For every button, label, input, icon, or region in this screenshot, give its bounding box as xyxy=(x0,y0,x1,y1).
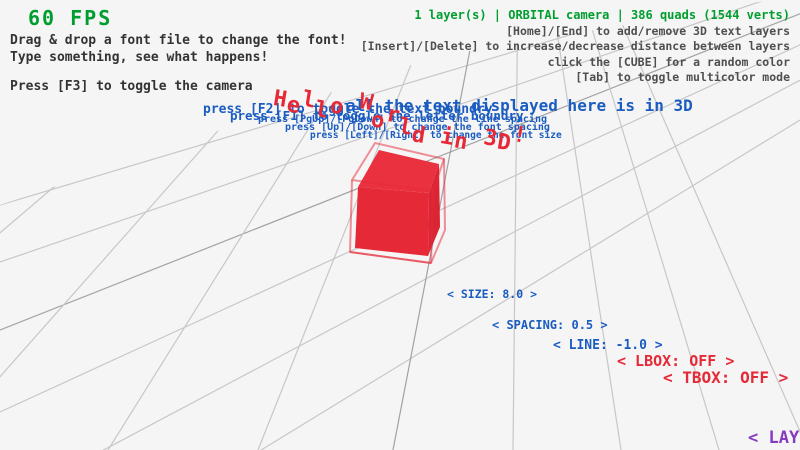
fps-counter: 60 FPS xyxy=(28,6,112,30)
status-bar: 1 layer(s) | ORBITAL camera | 386 quads … xyxy=(414,8,790,22)
help-type-something: Type something, see what happens! xyxy=(10,50,268,65)
scene-viewport[interactable]: press [F2] to toggle the text boundry pr… xyxy=(0,0,800,450)
option-size-label: < SIZE: 8.0 > xyxy=(447,287,537,301)
option-tbox-label: < TBOX: OFF > xyxy=(663,368,788,387)
help-toggle-camera: Press [F3] to toggle the camera xyxy=(10,79,253,94)
help-layer-distance: [Insert]/[Delete] to increase/decrease d… xyxy=(361,39,790,53)
option-layer-distance-label: < LAYER DISTANCE: 0.010 > xyxy=(748,428,800,448)
help-multicolor-mode: [Tab] to toggle multicolor mode xyxy=(575,70,790,84)
option-spacing-label: < SPACING: 0.5 > xyxy=(492,318,608,332)
cube[interactable] xyxy=(350,143,445,263)
help-add-remove-layers: [Home]/[End] to add/remove 3D text layer… xyxy=(506,24,790,38)
help-drag-drop: Drag & drop a font file to change the fo… xyxy=(10,33,347,48)
option-line-label: < LINE: -1.0 > xyxy=(553,338,663,353)
help-cube-color: click the [CUBE] for a random color xyxy=(548,55,790,69)
cube-wireframe xyxy=(350,143,445,263)
